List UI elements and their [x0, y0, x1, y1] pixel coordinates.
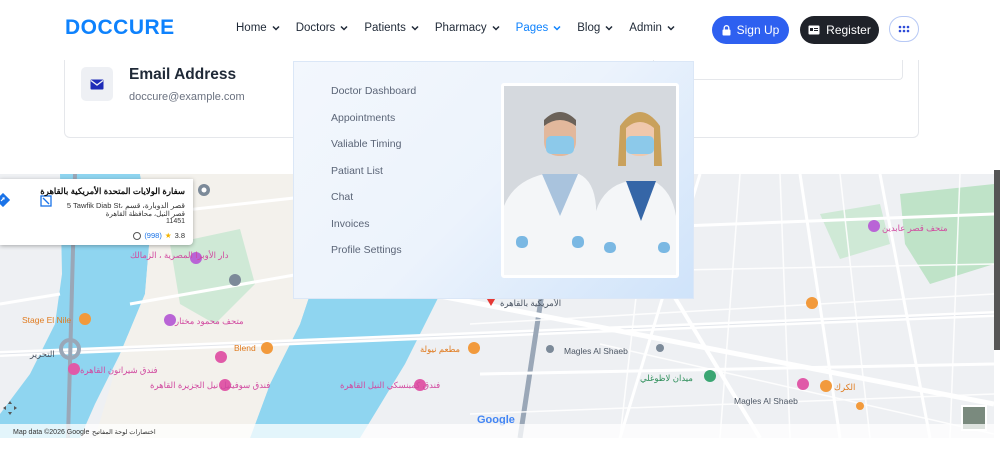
- menu-item-profile-settings[interactable]: Profile Settings: [331, 244, 402, 256]
- chevron-down-icon: [667, 25, 675, 31]
- id-card-icon: [808, 25, 820, 35]
- header: DOCCURE Home Doctors Patients Pharmacy P…: [0, 0, 1000, 60]
- map-label-kempinski[interactable]: فندق كمبنسكي النيل القاهرة: [340, 380, 440, 391]
- map-label-restaurant[interactable]: مطعم نيولة: [420, 344, 460, 355]
- info-window-address-2: قصر النيل، محافظة القاهرة: [105, 211, 185, 218]
- menu-item-doctor-dashboard[interactable]: Doctor Dashboard: [331, 85, 416, 97]
- email-value: doccure@example.com: [129, 91, 245, 103]
- nav-admin[interactable]: Admin: [629, 22, 676, 34]
- chevron-down-icon: [553, 25, 561, 31]
- logo[interactable]: DOCCURE: [65, 16, 175, 40]
- mail-icon: [81, 67, 113, 101]
- info-window-rating-value: 3.8: [174, 231, 185, 240]
- fullscreen-icon[interactable]: [2, 400, 18, 416]
- star-icon: ★: [164, 231, 172, 240]
- menu-item-patient-list[interactable]: Patiant List: [331, 165, 383, 177]
- menu-item-appointments[interactable]: Appointments: [331, 112, 395, 124]
- map-label-embassy[interactable]: الأمريكية بالقاهرة: [500, 298, 561, 309]
- nav-blog[interactable]: Blog: [577, 22, 614, 34]
- info-window-reviews[interactable]: (998): [144, 231, 162, 240]
- keyboard-shortcuts-link[interactable]: اختصارات لوحة المفاتيح: [92, 428, 156, 436]
- chevron-down-icon: [272, 25, 280, 31]
- map-label-blend[interactable]: Blend: [234, 343, 256, 353]
- map-label-stage-el-nile[interactable]: Stage El Nile: [22, 315, 71, 325]
- map-label-mukhtar[interactable]: متحف محمود مختار: [175, 316, 244, 327]
- info-circle-icon[interactable]: [133, 231, 142, 240]
- menu-grid-button[interactable]: [889, 16, 919, 42]
- map-label-tahrir: التحرير: [30, 349, 55, 359]
- grid-dots-icon: [898, 25, 910, 33]
- page: Email Address doccure@example.com DOCCUR…: [0, 0, 1000, 450]
- nav-patients[interactable]: Patients: [364, 22, 420, 34]
- map-label-sheraton[interactable]: فندق شيراتون القاهرة: [80, 365, 158, 376]
- lock-icon: [722, 24, 731, 35]
- chevron-down-icon: [340, 25, 348, 31]
- nav-pharmacy[interactable]: Pharmacy: [435, 22, 501, 34]
- map-data-credit[interactable]: Map data ©2026 Google: [13, 429, 89, 436]
- info-window-address-3: 11451: [166, 218, 185, 225]
- email-title: Email Address: [129, 66, 237, 83]
- map-label-abdeen[interactable]: متحف قصر عابدين: [882, 223, 948, 234]
- nav-pages[interactable]: Pages: [516, 22, 563, 34]
- info-window-rating: (998) ★ 3.8: [133, 231, 185, 240]
- sign-up-button[interactable]: Sign Up: [712, 16, 789, 44]
- nav-home[interactable]: Home: [236, 22, 281, 34]
- info-window-title: سفارة الولايات المتحدة الأمريكية بالقاهر…: [40, 186, 185, 196]
- main-nav: Home Doctors Patients Pharmacy Pages Blo…: [236, 22, 691, 34]
- chevron-down-icon: [411, 25, 419, 31]
- menu-item-chat[interactable]: Chat: [331, 191, 353, 203]
- map-label-magles-al-shaeb-1: Magles Al Shaeb: [564, 346, 628, 356]
- map-label-lazoghly: ميدان لاظوغلي: [640, 373, 693, 383]
- info-window-address-1: 5 Tawfik Diab St، قصر الدوبارة، قسم: [66, 201, 185, 210]
- register-button[interactable]: Register: [800, 16, 879, 44]
- chevron-down-icon: [605, 25, 613, 31]
- scrollbar-thumb[interactable]: [994, 170, 1000, 350]
- map-label-karak[interactable]: الكرك: [834, 382, 855, 393]
- map-label-opera[interactable]: دار الأوبرا المصرية ، الزمالك: [130, 250, 229, 261]
- map-footer: Map data ©2026 Google اختصارات لوحة المف…: [0, 424, 994, 438]
- chevron-down-icon: [492, 25, 500, 31]
- menu-item-invoices[interactable]: Invoices: [331, 218, 370, 230]
- directions-icon[interactable]: [0, 193, 10, 207]
- doctors-photo: [501, 83, 679, 278]
- map-info-window[interactable]: سفارة الولايات المتحدة الأمريكية بالقاهر…: [0, 179, 193, 245]
- menu-item-available-timing[interactable]: Valiable Timing: [331, 138, 401, 150]
- map-label-sofitel[interactable]: فندق سوفيتيل نيل الجزيرة القاهرة: [150, 380, 270, 391]
- map-label-magles-al-shaeb-2: Magles Al Shaeb: [734, 396, 798, 406]
- pages-dropdown-menu: Doctor Dashboard Appointments Valiable T…: [293, 61, 694, 299]
- nav-doctors[interactable]: Doctors: [296, 22, 350, 34]
